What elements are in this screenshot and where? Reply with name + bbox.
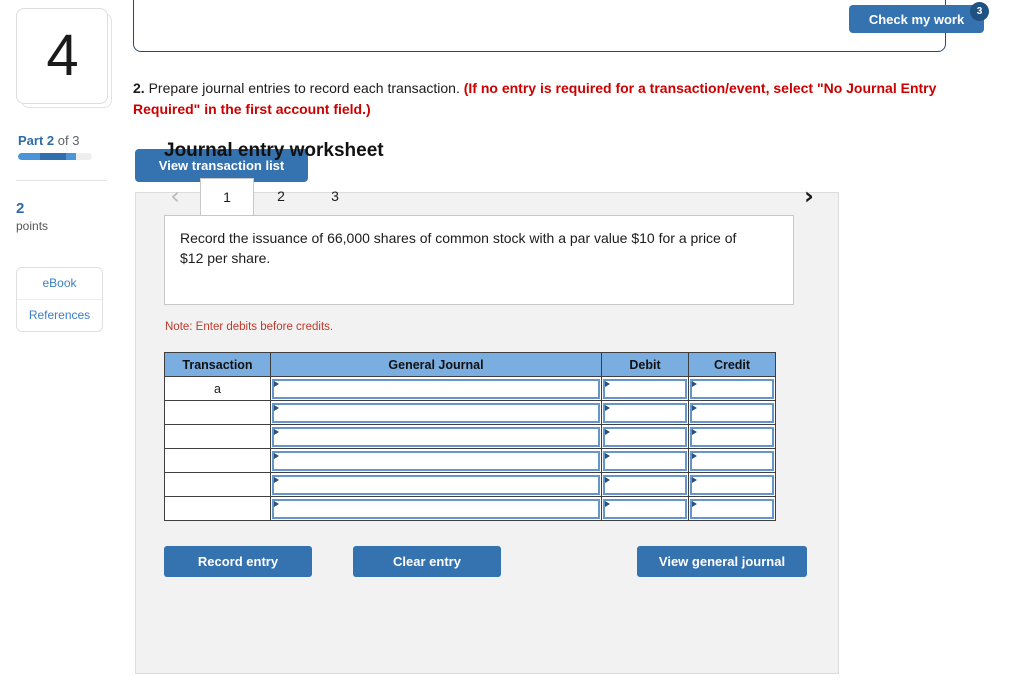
progress-segment-2	[40, 153, 68, 160]
tab-entry-1[interactable]: 1	[200, 178, 254, 215]
cell-debit-2[interactable]	[601, 424, 689, 449]
sidebar-divider	[16, 180, 107, 181]
general-journal-input-5[interactable]	[272, 498, 600, 519]
progress-segment-3	[66, 153, 76, 160]
points-label: points	[16, 219, 49, 233]
cell-debit-5[interactable]	[601, 496, 689, 521]
worksheet-tab-list: 1 2 3	[200, 178, 362, 216]
debit-input-0[interactable]	[603, 378, 687, 399]
general-journal-input-1[interactable]	[272, 402, 600, 423]
ebook-link[interactable]: eBook	[17, 268, 102, 299]
chevron-right-icon[interactable]: ›	[798, 181, 820, 211]
general-journal-input-2[interactable]	[272, 426, 600, 447]
cell-credit-1[interactable]	[688, 400, 776, 425]
credit-input-4[interactable]	[690, 474, 774, 495]
table-row	[164, 400, 776, 425]
cell-general-journal-0[interactable]	[270, 376, 602, 401]
cell-transaction-5	[164, 496, 271, 521]
credit-input-5[interactable]	[690, 498, 774, 519]
part-label: Part	[18, 133, 44, 148]
table-row	[164, 496, 776, 521]
worksheet-tab-bar: ‹ 1 2 3 ›	[164, 178, 829, 216]
question-number-label: 2.	[133, 80, 145, 96]
cell-credit-2[interactable]	[688, 424, 776, 449]
credit-input-1[interactable]	[690, 402, 774, 423]
journal-table-body: a	[164, 376, 776, 521]
cell-general-journal-1[interactable]	[270, 400, 602, 425]
check-my-work-group: Check my work 3	[849, 2, 989, 34]
chevron-left-icon[interactable]: ‹	[164, 181, 186, 211]
general-journal-input-3[interactable]	[272, 450, 600, 471]
debit-input-1[interactable]	[603, 402, 687, 423]
check-my-work-attempts-badge: 3	[970, 2, 989, 21]
question-number: 4	[46, 23, 78, 88]
debit-input-2[interactable]	[603, 426, 687, 447]
question-card-front: 4	[16, 8, 108, 104]
question-prompt: 2. Prepare journal entries to record eac…	[133, 78, 973, 120]
part-indicator: Part 2 of 3	[18, 133, 79, 148]
question-prompt-text: Prepare journal entries to record each t…	[148, 80, 460, 96]
table-row	[164, 424, 776, 449]
part-progress-bar	[18, 153, 92, 160]
cell-debit-0[interactable]	[601, 376, 689, 401]
cell-credit-0[interactable]	[688, 376, 776, 401]
view-general-journal-button[interactable]: View general journal	[637, 546, 807, 577]
references-link[interactable]: References	[17, 299, 102, 331]
clear-entry-button[interactable]: Clear entry	[353, 546, 501, 577]
cell-debit-1[interactable]	[601, 400, 689, 425]
sidebar: 4 Part 2 of 3 2 points eBook References	[0, 0, 118, 689]
cell-transaction-2	[164, 424, 271, 449]
debit-input-3[interactable]	[603, 450, 687, 471]
cell-transaction-1	[164, 400, 271, 425]
table-row	[164, 448, 776, 473]
tab-entry-2[interactable]: 2	[254, 178, 308, 215]
journal-entry-table: Transaction General Journal Debit Credit…	[164, 352, 776, 521]
part-total: of 3	[57, 133, 80, 148]
credit-input-3[interactable]	[690, 450, 774, 471]
previous-question-panel-outline	[133, 0, 946, 52]
column-header-general-journal: General Journal	[270, 352, 602, 377]
cell-credit-4[interactable]	[688, 472, 776, 497]
points-value: 2	[16, 200, 25, 217]
cell-credit-3[interactable]	[688, 448, 776, 473]
resource-links-box: eBook References	[16, 267, 103, 332]
cell-transaction-3	[164, 448, 271, 473]
question-number-card: 4	[16, 8, 112, 108]
record-entry-button[interactable]: Record entry	[164, 546, 312, 577]
column-header-credit: Credit	[688, 352, 776, 377]
worksheet-title: Journal entry worksheet	[164, 140, 384, 161]
cell-debit-3[interactable]	[601, 448, 689, 473]
cell-credit-5[interactable]	[688, 496, 776, 521]
cell-general-journal-2[interactable]	[270, 424, 602, 449]
general-journal-input-0[interactable]	[272, 378, 600, 399]
table-row	[164, 472, 776, 497]
column-header-transaction: Transaction	[164, 352, 271, 377]
column-header-debit: Debit	[601, 352, 689, 377]
transaction-description-text: Record the issuance of 66,000 shares of …	[180, 230, 737, 266]
credit-input-0[interactable]	[690, 378, 774, 399]
general-journal-input-4[interactable]	[272, 474, 600, 495]
journal-table-header-row: Transaction General Journal Debit Credit	[164, 352, 776, 377]
check-my-work-button[interactable]: Check my work	[849, 5, 984, 33]
debits-before-credits-note: Note: Enter debits before credits.	[165, 321, 334, 333]
progress-segment-1	[18, 153, 42, 160]
cell-general-journal-4[interactable]	[270, 472, 602, 497]
transaction-description-box: Record the issuance of 66,000 shares of …	[164, 215, 794, 305]
tab-entry-3[interactable]: 3	[308, 178, 362, 215]
cell-transaction-4	[164, 472, 271, 497]
debit-input-4[interactable]	[603, 474, 687, 495]
cell-general-journal-3[interactable]	[270, 448, 602, 473]
credit-input-2[interactable]	[690, 426, 774, 447]
cell-general-journal-5[interactable]	[270, 496, 602, 521]
cell-debit-4[interactable]	[601, 472, 689, 497]
journal-table-head: Transaction General Journal Debit Credit	[164, 352, 776, 377]
table-row: a	[164, 376, 776, 401]
debit-input-5[interactable]	[603, 498, 687, 519]
cell-transaction-0: a	[164, 376, 271, 401]
